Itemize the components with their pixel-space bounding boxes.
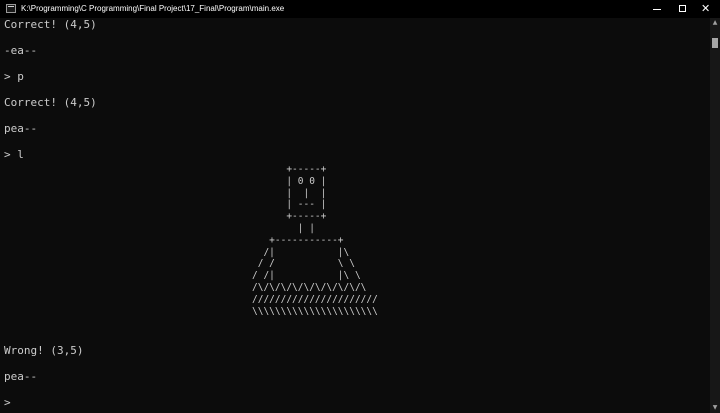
scroll-thumb[interactable] [712, 38, 718, 48]
console-output[interactable]: Correct! (4,5) -ea-- > p Correct! (4,5) … [4, 18, 710, 413]
hangman-ascii-art: +-----+ | 0 0 | | | | | --- | +-----+ | … [252, 164, 378, 317]
console-line: Correct! (4,5) [4, 96, 97, 109]
console-app-icon[interactable] [6, 4, 16, 13]
console-line: -ea-- [4, 44, 38, 57]
input-prompt[interactable]: > [4, 396, 11, 409]
console-line: > p [4, 70, 24, 83]
console-line: Correct! (4,5) [4, 18, 97, 31]
scroll-down-icon[interactable]: ▼ [710, 403, 720, 413]
title-bar[interactable]: K:\Programming\C Programming\Final Proje… [0, 0, 720, 18]
scroll-up-icon[interactable]: ▲ [710, 18, 720, 28]
close-button[interactable]: ✕ [694, 0, 720, 18]
console-line: Wrong! (3,5) [4, 344, 84, 357]
console-line: pea-- [4, 370, 38, 383]
close-icon: ✕ [701, 2, 711, 15]
console-window: K:\Programming\C Programming\Final Proje… [0, 0, 720, 413]
maximize-icon [679, 5, 686, 12]
vertical-scrollbar[interactable]: ▲ ▼ [710, 18, 720, 413]
window-title: K:\Programming\C Programming\Final Proje… [21, 4, 285, 13]
minimize-icon [653, 9, 661, 10]
console-line: pea-- [4, 122, 38, 135]
console-line: > l [4, 148, 24, 161]
